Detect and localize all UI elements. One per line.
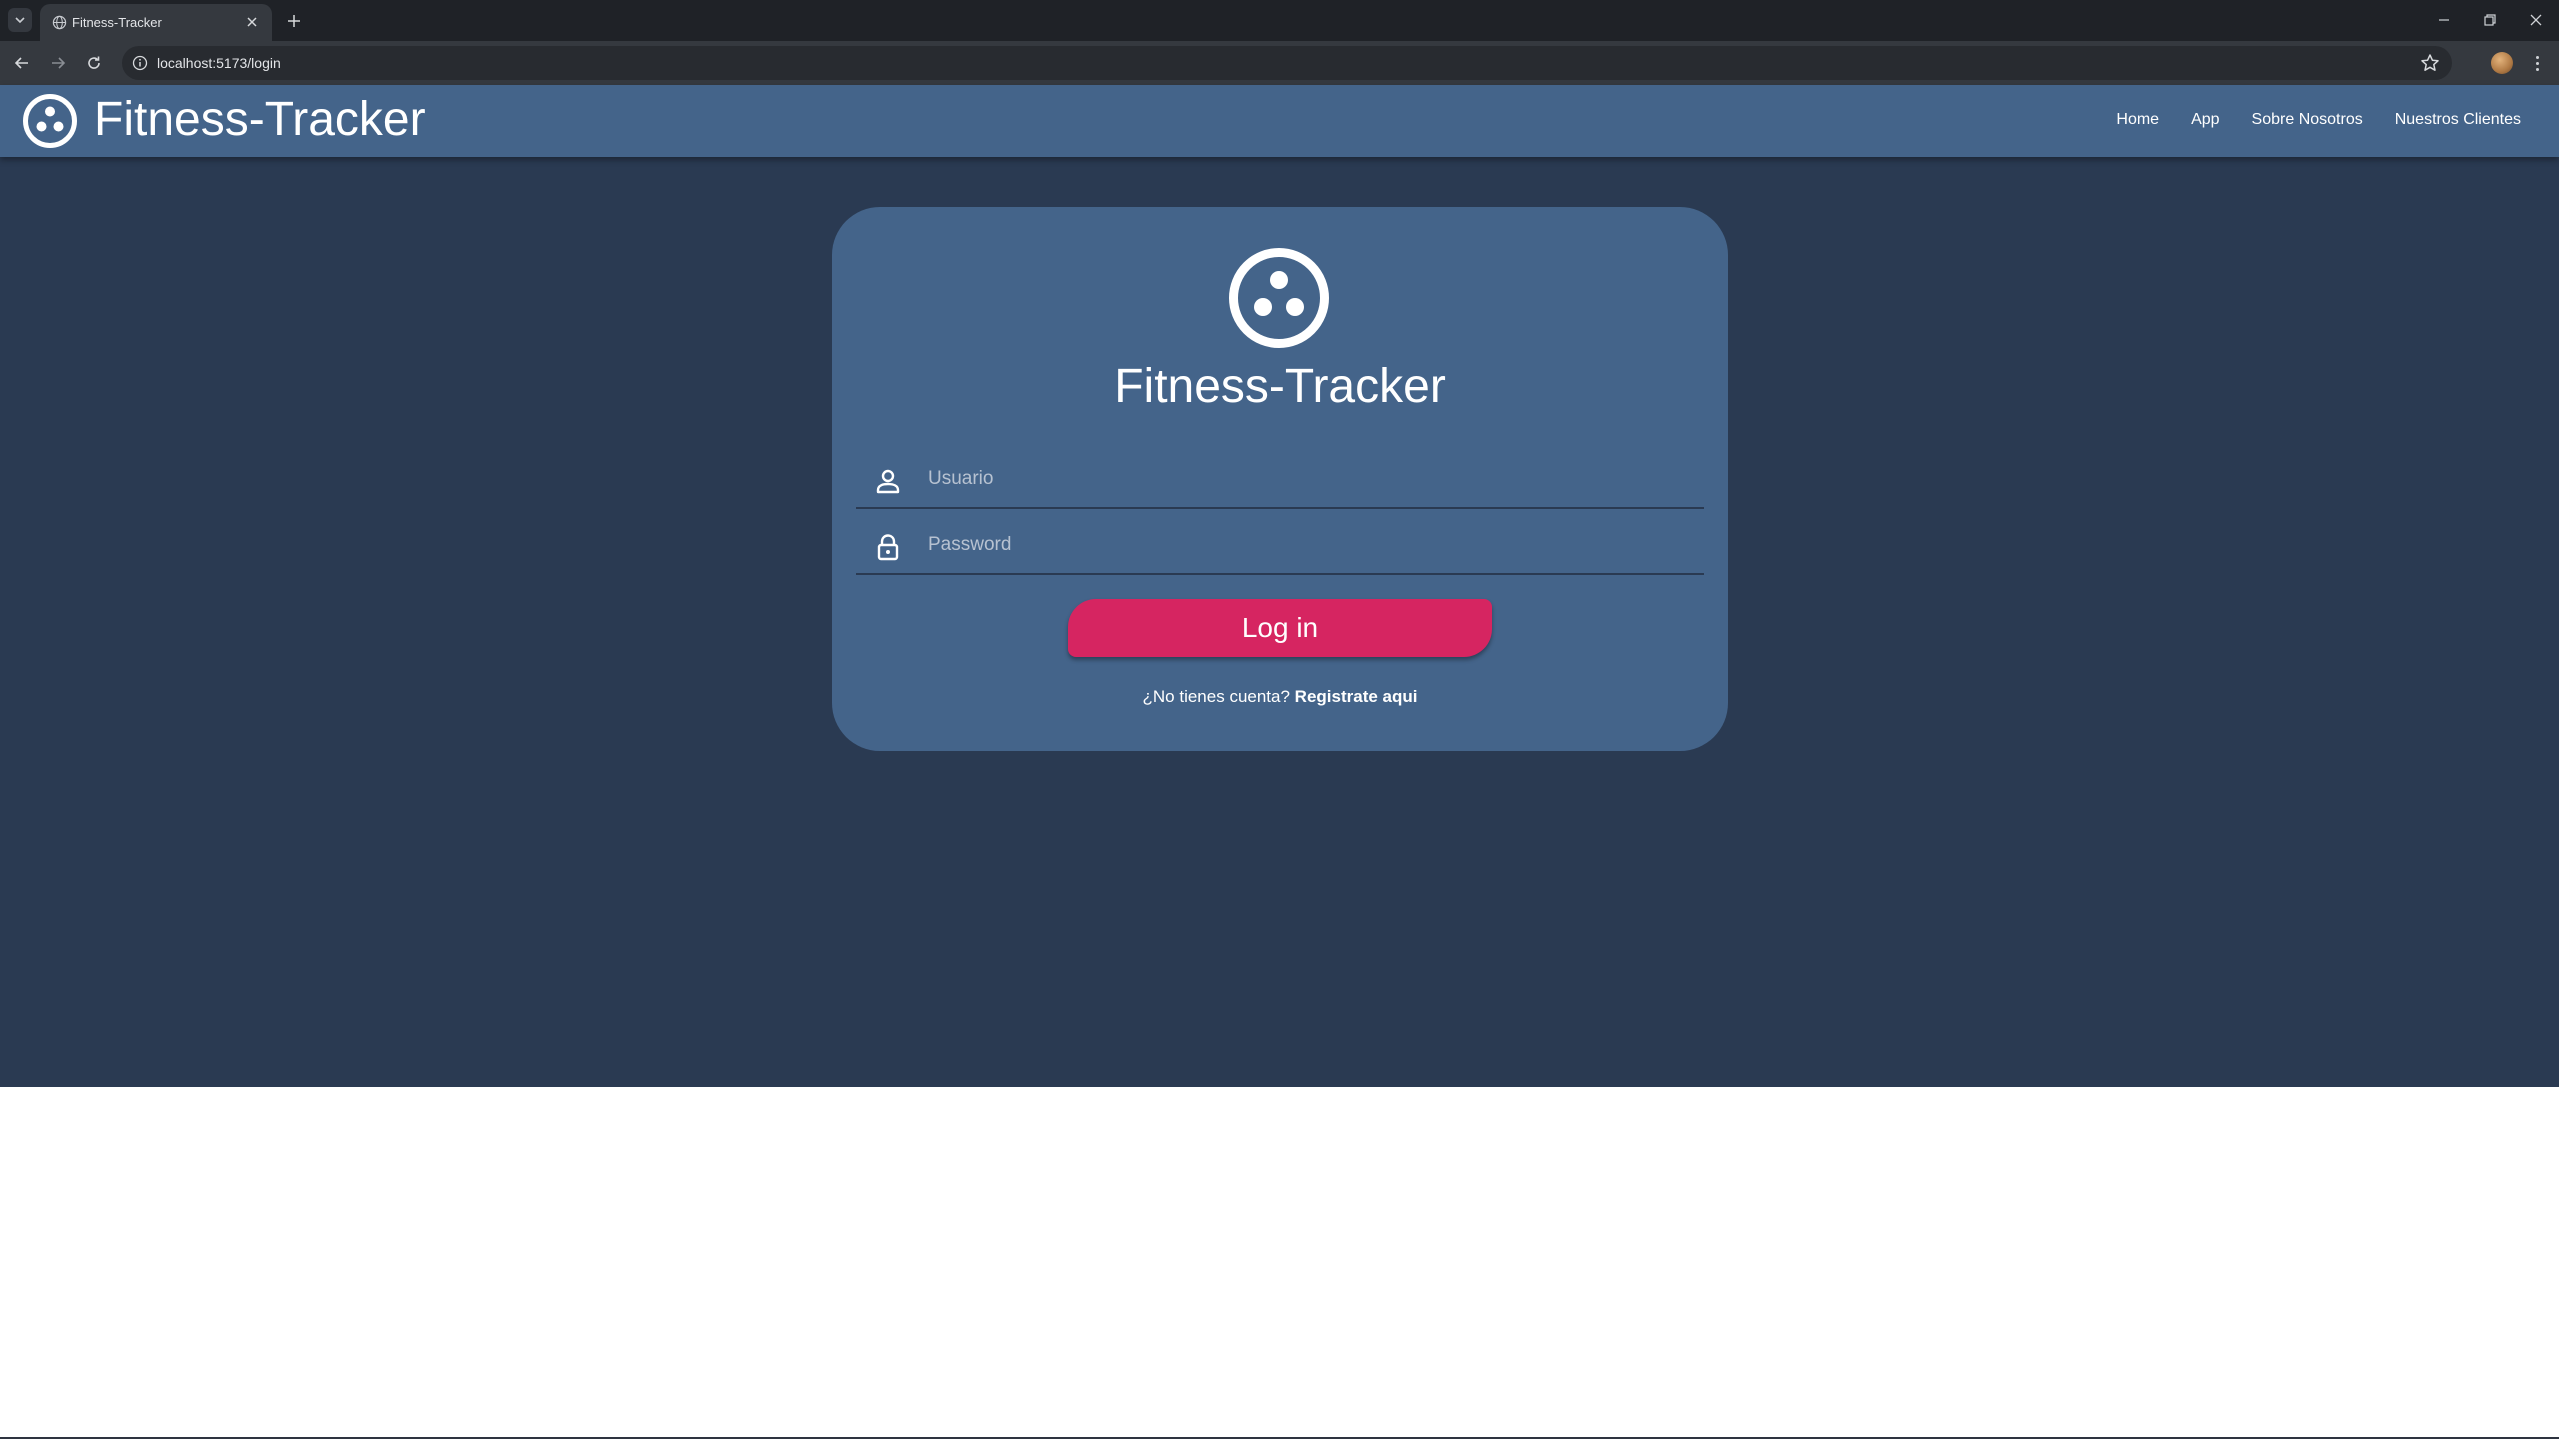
signup-prompt: ¿No tienes cuenta? Registrate aqui — [832, 687, 1728, 707]
restore-icon — [2484, 14, 2496, 26]
signup-prompt-text: ¿No tienes cuenta? — [1142, 687, 1290, 706]
chevron-down-icon — [15, 17, 25, 24]
user-icon — [876, 469, 900, 494]
browser-toolbar: localhost:5173/login — [0, 41, 2559, 85]
site-info-icon[interactable] — [132, 55, 148, 71]
login-card: Fitness-Tracker Log in ¿No tienes cuenta… — [832, 207, 1728, 751]
address-bar[interactable]: localhost:5173/login — [122, 46, 2452, 80]
page-body: Fitness-Tracker Home App Sobre Nosotros … — [0, 85, 2559, 1087]
menu-dot — [2535, 55, 2539, 59]
fitness-logo-icon[interactable] — [22, 93, 78, 149]
close-icon — [2530, 14, 2542, 26]
nav-link-home[interactable]: Home — [2116, 111, 2159, 129]
url-text: localhost:5173/login — [157, 55, 281, 71]
signup-link[interactable]: Registrate aqui — [1295, 687, 1418, 706]
username-field — [856, 451, 1704, 509]
reload-icon — [88, 56, 100, 69]
close-icon — [247, 17, 257, 27]
forward-button[interactable] — [45, 50, 71, 76]
forward-arrow-icon — [52, 57, 66, 69]
minimize-icon — [2439, 19, 2449, 21]
browser-menu-button[interactable] — [2527, 50, 2547, 76]
password-field — [856, 517, 1704, 575]
menu-dot — [2535, 61, 2539, 65]
browser-tab[interactable]: Fitness-Tracker — [40, 4, 272, 41]
fitness-logo-icon — [1229, 248, 1329, 348]
browser-tab-strip: Fitness-Tracker — [0, 0, 2559, 41]
password-input[interactable] — [928, 527, 1688, 563]
nav-link-sobre-nosotros[interactable]: Sobre Nosotros — [2252, 111, 2363, 129]
lock-icon — [877, 534, 899, 561]
restore-button[interactable] — [2472, 6, 2508, 34]
back-button[interactable] — [9, 50, 35, 76]
reload-button[interactable] — [81, 50, 107, 76]
minimize-button[interactable] — [2426, 6, 2462, 34]
site-navbar: Fitness-Tracker Home App Sobre Nosotros … — [0, 85, 2559, 157]
nav-link-app[interactable]: App — [2191, 111, 2219, 129]
login-button[interactable]: Log in — [1068, 599, 1492, 657]
profile-avatar[interactable] — [2491, 52, 2513, 74]
menu-dot — [2535, 67, 2539, 71]
tab-search-button[interactable] — [8, 8, 32, 32]
nav-link-nuestros-clientes[interactable]: Nuestros Clientes — [2395, 111, 2521, 129]
brand-name[interactable]: Fitness-Tracker — [94, 92, 426, 148]
plus-icon — [288, 15, 300, 27]
globe-icon — [52, 15, 67, 30]
close-tab-button[interactable] — [242, 12, 262, 32]
login-title: Fitness-Tracker — [1114, 360, 1446, 413]
tab-title: Fitness-Tracker — [72, 15, 162, 30]
nav-links: Home App Sobre Nosotros Nuestros Cliente… — [2116, 111, 2521, 129]
username-input[interactable] — [928, 461, 1688, 497]
star-icon[interactable] — [2420, 53, 2440, 73]
new-tab-button[interactable] — [281, 8, 307, 34]
close-window-button[interactable] — [2518, 6, 2554, 34]
back-arrow-icon — [14, 57, 28, 69]
